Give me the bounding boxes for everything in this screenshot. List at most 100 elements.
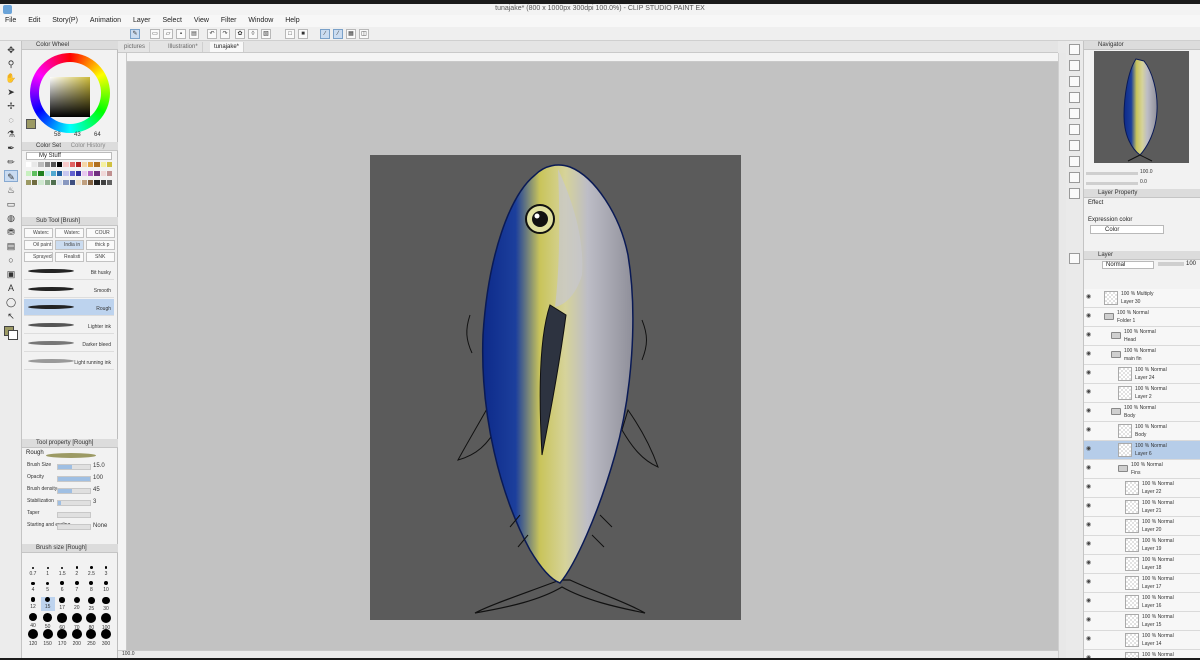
- layer-row[interactable]: ◉ 100 % Normal Fins: [1084, 460, 1200, 479]
- brush-size-cell[interactable]: 12: [26, 597, 40, 611]
- layer-row[interactable]: ◉ 100 % Normal Layer 15: [1084, 612, 1200, 631]
- move-tool-icon[interactable]: ✥: [4, 44, 18, 56]
- tool-property-row[interactable]: Opacity 100: [27, 474, 115, 484]
- navigator-zoom-slider[interactable]: 100.0: [1086, 169, 1198, 177]
- sub-tool-group[interactable]: Realisti: [55, 252, 84, 262]
- panel-toggle-icon[interactable]: [1069, 253, 1080, 264]
- tab-tunajake[interactable]: tunajake*: [210, 42, 245, 52]
- property-slider[interactable]: [57, 500, 91, 506]
- correct-line-tool-icon[interactable]: ↖: [4, 310, 18, 322]
- text-tool-icon[interactable]: A: [4, 282, 18, 294]
- visibility-eye-icon[interactable]: ◉: [1086, 655, 1092, 658]
- layer-row[interactable]: ◉ 100 % Normal Layer 24: [1084, 365, 1200, 384]
- menu-select[interactable]: Select: [157, 15, 186, 27]
- figure-tool-icon[interactable]: ○: [4, 254, 18, 266]
- brush-item[interactable]: Darker bleed: [24, 335, 114, 352]
- sub-tool-group-selected[interactable]: India in: [55, 240, 84, 250]
- menu-filter[interactable]: Filter: [216, 15, 242, 27]
- layer-row[interactable]: ◉ 100 % Normal Layer 16: [1084, 593, 1200, 612]
- color-swatch[interactable]: [26, 180, 32, 185]
- panel-toggle-icon[interactable]: [1069, 156, 1080, 167]
- airbrush-tool-icon[interactable]: ♨: [4, 184, 18, 196]
- color-palette[interactable]: [26, 162, 112, 188]
- layer-row[interactable]: ◉ 100 % Normal Layer 22: [1084, 479, 1200, 498]
- visibility-eye-icon[interactable]: ◉: [1086, 522, 1092, 528]
- open-file-icon[interactable]: ▱: [163, 29, 173, 39]
- eraser-tool-icon[interactable]: ▭: [4, 198, 18, 210]
- sub-tool-group[interactable]: Oil paint: [24, 240, 53, 250]
- brush-size-cell[interactable]: 10: [99, 581, 113, 595]
- color-swatch[interactable]: [63, 171, 69, 176]
- menu-view[interactable]: View: [189, 15, 214, 27]
- color-swatch[interactable]: [32, 171, 38, 176]
- brush-item[interactable]: Lighter ink: [24, 317, 114, 334]
- layer-panel-header[interactable]: Layer: [1084, 251, 1200, 260]
- color-swatch[interactable]: [106, 171, 112, 176]
- layer-row[interactable]: ◉ 100 % Normal Layer 14: [1084, 631, 1200, 650]
- color-swatch[interactable]: [38, 162, 44, 167]
- brush-size-cell[interactable]: 3: [99, 565, 113, 579]
- color-swatch[interactable]: [57, 180, 63, 185]
- fill-tool-icon[interactable]: ⛃: [4, 226, 18, 238]
- color-swatch[interactable]: [75, 162, 81, 167]
- menu-window[interactable]: Window: [243, 15, 278, 27]
- panel-toggle-icon[interactable]: [1069, 76, 1080, 87]
- color-swatch[interactable]: [100, 162, 106, 167]
- tool-property-row[interactable]: Taper: [27, 510, 115, 520]
- color-swatch[interactable]: [38, 171, 44, 176]
- sub-tool-header[interactable]: Sub Tool [Brush]: [22, 217, 118, 226]
- menu-animation[interactable]: Animation: [85, 15, 126, 27]
- brush-size-cell[interactable]: 30: [99, 597, 113, 612]
- color-swatch[interactable]: [26, 171, 32, 176]
- navigator-rotate-slider[interactable]: 0.0: [1086, 179, 1198, 187]
- color-swatch[interactable]: [44, 180, 50, 185]
- panel-toggle-icon[interactable]: [1069, 108, 1080, 119]
- visibility-eye-icon[interactable]: ◉: [1086, 541, 1092, 547]
- tool-property-header[interactable]: Tool property [Rough]: [22, 439, 118, 448]
- brush-size-cell[interactable]: 120: [26, 629, 40, 647]
- eraser-icon[interactable]: ◊: [248, 29, 258, 39]
- color-swatch[interactable]: [69, 162, 75, 167]
- brush-size-cell[interactable]: 6: [55, 581, 69, 595]
- property-slider[interactable]: [57, 488, 91, 494]
- sub-tool-group[interactable]: SNK: [86, 252, 115, 262]
- color-swatch[interactable]: [81, 171, 88, 176]
- folder-icon[interactable]: [1118, 465, 1128, 472]
- pencil-tool-icon[interactable]: ✏: [4, 156, 18, 168]
- color-swatch[interactable]: [81, 180, 88, 185]
- brush-item[interactable]: Smooth: [24, 281, 114, 298]
- brush-mode-icon[interactable]: ✎: [130, 29, 140, 39]
- color-swatch[interactable]: [94, 180, 100, 185]
- color-set-select[interactable]: My Stuff: [26, 152, 112, 160]
- sub-tool-group[interactable]: Waterc: [24, 228, 53, 238]
- color-wheel-ring[interactable]: [30, 53, 110, 133]
- brush-size-cell[interactable]: 1: [41, 565, 55, 579]
- property-slider[interactable]: [57, 464, 91, 470]
- zoom-tool-icon[interactable]: ⚲: [4, 58, 18, 70]
- brush-size-cell[interactable]: 60: [55, 613, 69, 631]
- gradient-tool-icon[interactable]: ▤: [4, 240, 18, 252]
- visibility-eye-icon[interactable]: ◉: [1086, 579, 1092, 585]
- menu-edit[interactable]: Edit: [23, 15, 45, 27]
- visibility-eye-icon[interactable]: ◉: [1086, 408, 1092, 414]
- brush-size-cell[interactable]: 8: [84, 581, 98, 595]
- visibility-eye-icon[interactable]: ◉: [1086, 370, 1092, 376]
- color-wheel-square[interactable]: [50, 77, 90, 117]
- color-swatch[interactable]: [32, 162, 38, 167]
- layer-row[interactable]: ◉ 100 % Normal Layer 17: [1084, 574, 1200, 593]
- color-swatch[interactable]: [69, 171, 75, 176]
- brush-item-selected[interactable]: Rough: [24, 299, 114, 316]
- color-swatch[interactable]: [50, 171, 57, 176]
- canvas-paper[interactable]: [370, 155, 741, 620]
- move-layer-tool-icon[interactable]: ✢: [4, 100, 18, 112]
- color-swatch[interactable]: [50, 180, 57, 185]
- layer-property-header[interactable]: Layer Property: [1084, 189, 1200, 198]
- balloon-tool-icon[interactable]: ◯: [4, 296, 18, 308]
- layer-row[interactable]: ◉ 100 % Normal Layer 21: [1084, 498, 1200, 517]
- color-swatch[interactable]: [100, 171, 106, 176]
- export-icon[interactable]: ▤: [189, 29, 199, 39]
- color-swatch[interactable]: [88, 162, 94, 167]
- brush-size-cell[interactable]: 0.7: [26, 565, 40, 579]
- folder-icon[interactable]: [1104, 313, 1114, 320]
- menu-story[interactable]: Story(P): [47, 15, 83, 27]
